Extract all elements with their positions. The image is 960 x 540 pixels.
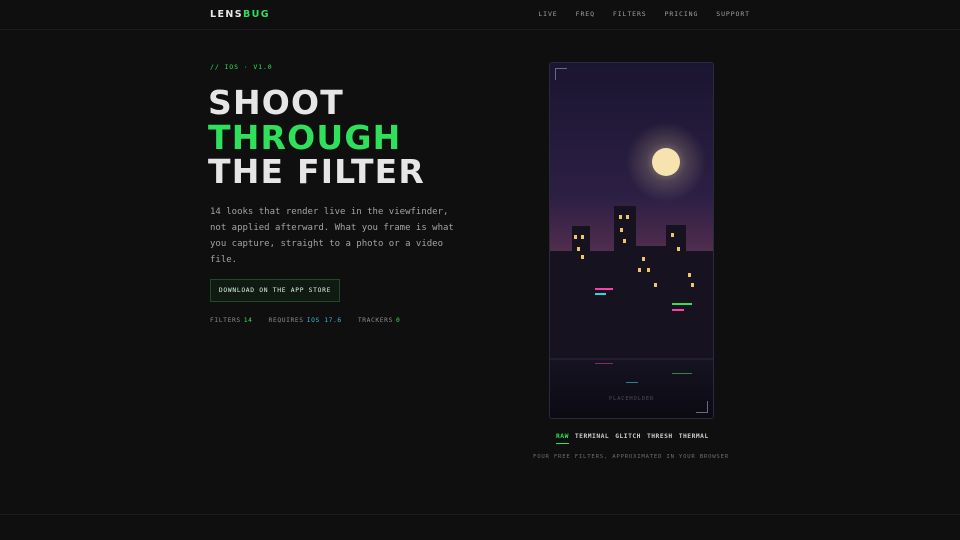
headline-line-3: THE FILTER [208,152,426,191]
nav-link-support[interactable]: SUPPORT [716,10,750,18]
landing-page: LENSBUG LIVE FREQ FILTERS PRICING SUPPOR… [0,0,960,540]
app-meta: FILTERS 14 REQUIRES IOS 17.6 TRACKERS 0 [210,317,400,324]
filter-tab-thermal[interactable]: THERMAL [679,433,709,444]
meta-filters-label: FILTERS [210,317,241,324]
nav-link-freq[interactable]: FREQ [576,10,595,18]
moon [652,148,680,176]
filter-tab-terminal[interactable]: TERMINAL [575,433,609,444]
viewfinder-corner-top-left [555,68,567,80]
meta-requires-value: IOS 17.6 [306,317,342,324]
nav-link-live[interactable]: LIVE [538,10,557,18]
hero-headline: SHOOT THROUGH THE FILTER [208,83,426,191]
brand-accent: BUG [242,9,270,20]
nav-link-filters[interactable]: FILTERS [613,10,647,18]
headline-line-2: THROUGH [208,117,402,157]
meta-trackers-value: 0 [395,317,401,324]
meta-trackers-label: TRACKERS [357,317,393,324]
brand-logo[interactable]: LENSBUG [210,9,270,20]
nav-links: LIVE FREQ FILTERS PRICING SUPPORT [538,10,750,18]
brand-main: LENS [210,9,243,20]
version-eyebrow: // IOS · V1.0 [210,63,273,71]
placeholder-label: PLACEHOLDER [608,396,655,402]
nav-link-pricing[interactable]: PRICING [665,10,699,18]
footer-divider [0,514,960,515]
meta-trackers: TRACKERS 0 [358,317,401,324]
water-reflection [550,359,713,418]
meta-requires-label: REQUIRES [268,317,304,324]
filter-tab-thresh[interactable]: THRESH [647,433,673,444]
viewfinder-corner-bottom-right [696,401,708,413]
app-store-download-button[interactable]: DOWNLOAD ON THE APP STORE [210,279,340,302]
filter-tab-raw[interactable]: RAW [556,433,569,444]
meta-filters-value: 14 [243,317,253,324]
city-night-scene [550,63,713,418]
meta-requires: REQUIRES IOS 17.6 [269,317,342,324]
viewfinder-preview: PLACEHOLDER [549,62,714,419]
hero-description: 14 looks that render live in the viewfin… [210,207,454,265]
filters-caption-text: FOUR FREE FILTERS, APPROXIMATED IN YOUR … [533,454,729,460]
headline-line-1: SHOOT [208,83,345,122]
top-nav: LENSBUG LIVE FREQ FILTERS PRICING SUPPOR… [0,0,960,30]
filters-caption: FOUR FREE FILTERS, APPROXIMATED IN YOUR … [0,454,960,460]
meta-filters: FILTERS 14 [210,317,253,324]
filter-tabs: RAW TERMINAL GLITCH THRESH THERMAL [556,433,709,444]
filter-tab-glitch[interactable]: GLITCH [615,433,641,444]
